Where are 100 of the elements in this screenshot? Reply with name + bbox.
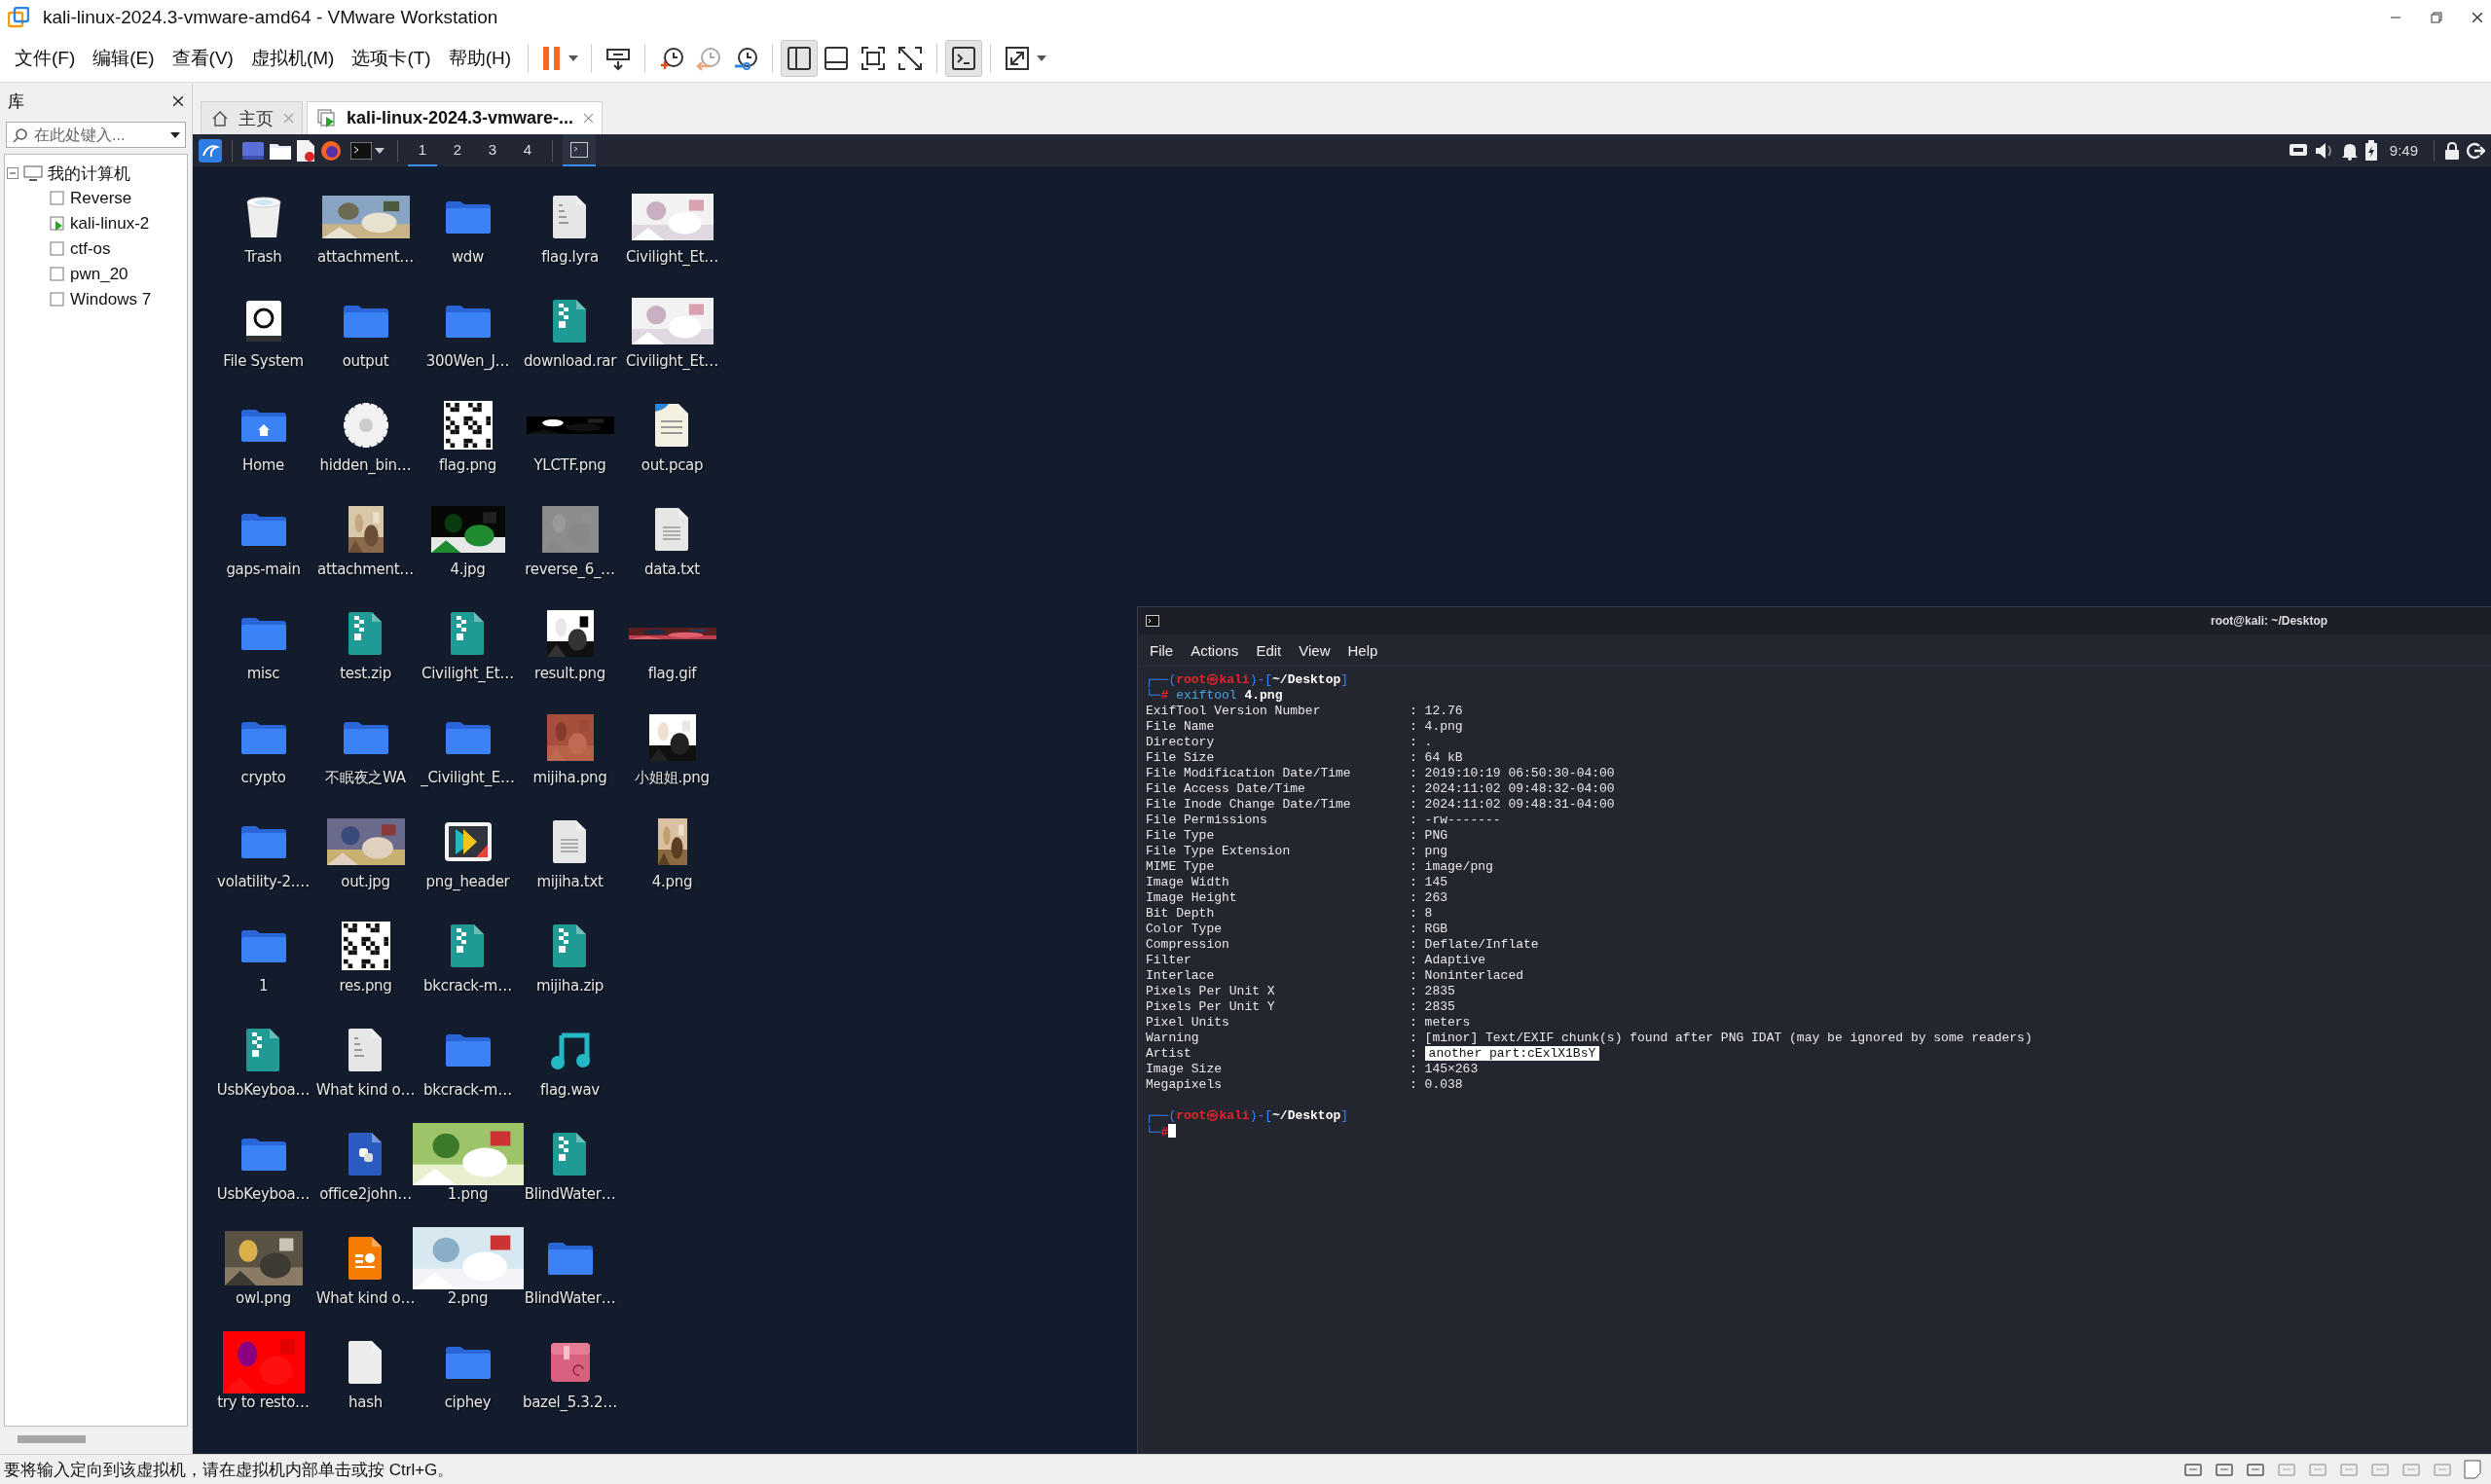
output-line: File Modification Date/Time : 2019:10:19 06:50:30-04:00 (1146, 766, 1616, 781)
tree-item[interactable]: Reverse (70, 189, 132, 208)
menu-item[interactable]: Actions (1191, 641, 1239, 659)
collapse-icon[interactable] (7, 167, 18, 179)
tab[interactable]: 主页 (201, 101, 303, 134)
file-label: hash (348, 1394, 383, 1411)
close-icon[interactable] (172, 95, 184, 107)
output-line: Pixels Per Unit Y : 2835 (1146, 999, 1456, 1015)
battery-icon[interactable] (2363, 139, 2378, 162)
launcher-icon[interactable] (199, 138, 222, 163)
python-file-icon[interactable] (348, 1133, 384, 1176)
menu-item[interactable]: File (1150, 641, 1174, 659)
lock-icon[interactable] (2444, 140, 2460, 161)
workspace-button[interactable]: 2 (443, 134, 472, 166)
trash-can-icon[interactable] (244, 195, 282, 239)
binary-file-icon[interactable] (552, 196, 588, 238)
file-label: 4.png (651, 873, 693, 890)
archive-icon[interactable] (552, 1133, 588, 1176)
menu-item[interactable]: 编辑(E) (84, 42, 164, 75)
menu-item[interactable]: Help (1347, 641, 1378, 659)
package-icon[interactable] (549, 1342, 591, 1383)
scrollbar-thumb[interactable] (18, 1435, 86, 1443)
gear-icon[interactable] (343, 403, 388, 448)
file-label: png_header (425, 873, 510, 890)
file-label: What kind o… (315, 1081, 416, 1099)
folder-icon[interactable] (270, 141, 291, 160)
caret-icon[interactable] (170, 131, 180, 138)
text-file-icon[interactable] (654, 508, 690, 551)
file-label: What kind o… (315, 1289, 416, 1307)
drive-icon[interactable] (244, 300, 282, 343)
desktop-icon[interactable] (242, 141, 264, 160)
file-label: try to resto… (217, 1394, 310, 1411)
tree-item[interactable]: pwn_20 (70, 265, 128, 284)
network-icon[interactable] (2288, 142, 2308, 159)
caret-icon[interactable] (568, 55, 579, 61)
workspace-button[interactable]: 4 (513, 134, 542, 166)
menu-item[interactable]: 文件(F) (6, 42, 85, 75)
file-label: office2john… (319, 1185, 412, 1203)
sound-icon[interactable] (2246, 1461, 2265, 1478)
archive-icon[interactable] (552, 300, 588, 343)
qr-code-icon[interactable] (443, 401, 493, 450)
file-label: 小姐姐.png (635, 769, 710, 787)
qr-code-icon[interactable] (341, 922, 390, 970)
text-file-icon[interactable] (552, 820, 588, 863)
menu-item[interactable]: 虚拟机(M) (241, 42, 344, 75)
output-line: Filter : Adaptive (1146, 953, 1487, 968)
file-label: Civilight_Et… (421, 665, 514, 682)
search-field[interactable]: 在此处键入... (6, 122, 186, 148)
tab[interactable]: kali-linux-2024.3-vmware-... (307, 101, 604, 134)
output-line: Directory : . (1146, 735, 1434, 750)
menu-item[interactable]: View (1299, 641, 1331, 659)
note-icon[interactable] (2464, 1460, 2481, 1479)
tree-item[interactable]: kali-linux-2 (70, 214, 150, 234)
file-label: UsbKeyboa… (216, 1185, 311, 1203)
archive-icon[interactable] (245, 1029, 281, 1071)
binary-file-icon[interactable] (348, 1029, 384, 1071)
text-editor-icon[interactable] (297, 139, 314, 162)
restore-icon[interactable] (2431, 12, 2442, 23)
tree-item[interactable]: ctf-os (70, 239, 111, 259)
home-folder-icon[interactable] (240, 409, 286, 442)
archive-icon[interactable] (450, 924, 486, 967)
output-line: File Name : 4.png (1146, 719, 1464, 735)
file-label: BlindWater… (524, 1289, 616, 1307)
workspace-button[interactable]: 3 (478, 134, 507, 166)
file-label: flag.gif (647, 665, 697, 682)
file-label: misc (246, 665, 280, 682)
menu-item[interactable]: 查看(V) (163, 42, 242, 75)
terminal-icon (1146, 615, 1159, 627)
clock: 9:49 (2388, 142, 2419, 159)
file-label: bkcrack-m… (423, 977, 512, 995)
window-title: kali-linux-2024.3-vmware-amd64 - VMware Workstation (43, 7, 499, 28)
caret-icon[interactable] (1037, 55, 1047, 61)
console-view-button[interactable] (945, 40, 983, 77)
data-file-icon[interactable] (654, 404, 690, 447)
window-button[interactable] (563, 134, 596, 166)
file-label: result.png (534, 665, 605, 682)
blank-file-icon[interactable] (348, 1341, 384, 1384)
archive-icon[interactable] (450, 612, 486, 655)
menu-item[interactable]: 帮助(H) (439, 42, 521, 75)
tree-item[interactable]: 我的计算机 (48, 162, 130, 185)
presentation-file-icon[interactable] (348, 1237, 384, 1280)
output-line: File Type Extension : png (1146, 844, 1448, 859)
menu-item[interactable]: Edit (1256, 641, 1282, 659)
file-label: out.pcap (641, 456, 704, 474)
output-line: Artist : another part:cExlX1BsY (1146, 1046, 2491, 1062)
archive-icon[interactable] (552, 924, 588, 967)
output-line: File Permissions : -rw------- (1146, 813, 1502, 828)
file-label: BlindWater… (524, 1185, 616, 1203)
tree-item[interactable]: Windows 7 (70, 290, 152, 309)
file-label: YLCTF.png (533, 456, 606, 474)
archive-icon[interactable] (348, 612, 384, 655)
network-adapter-icon[interactable] (2215, 1461, 2234, 1478)
app-icon[interactable] (443, 821, 493, 862)
caret-icon[interactable] (375, 147, 385, 154)
view-button[interactable] (781, 40, 819, 77)
browser-icon[interactable] (320, 139, 342, 162)
logout-icon[interactable] (2466, 140, 2485, 161)
menu-item[interactable]: 选项卡(T) (343, 42, 440, 75)
prompt-line: ┌──(root㉿kali)-[~/Desktop] (1146, 1108, 1350, 1124)
close-icon[interactable] (2472, 12, 2483, 23)
